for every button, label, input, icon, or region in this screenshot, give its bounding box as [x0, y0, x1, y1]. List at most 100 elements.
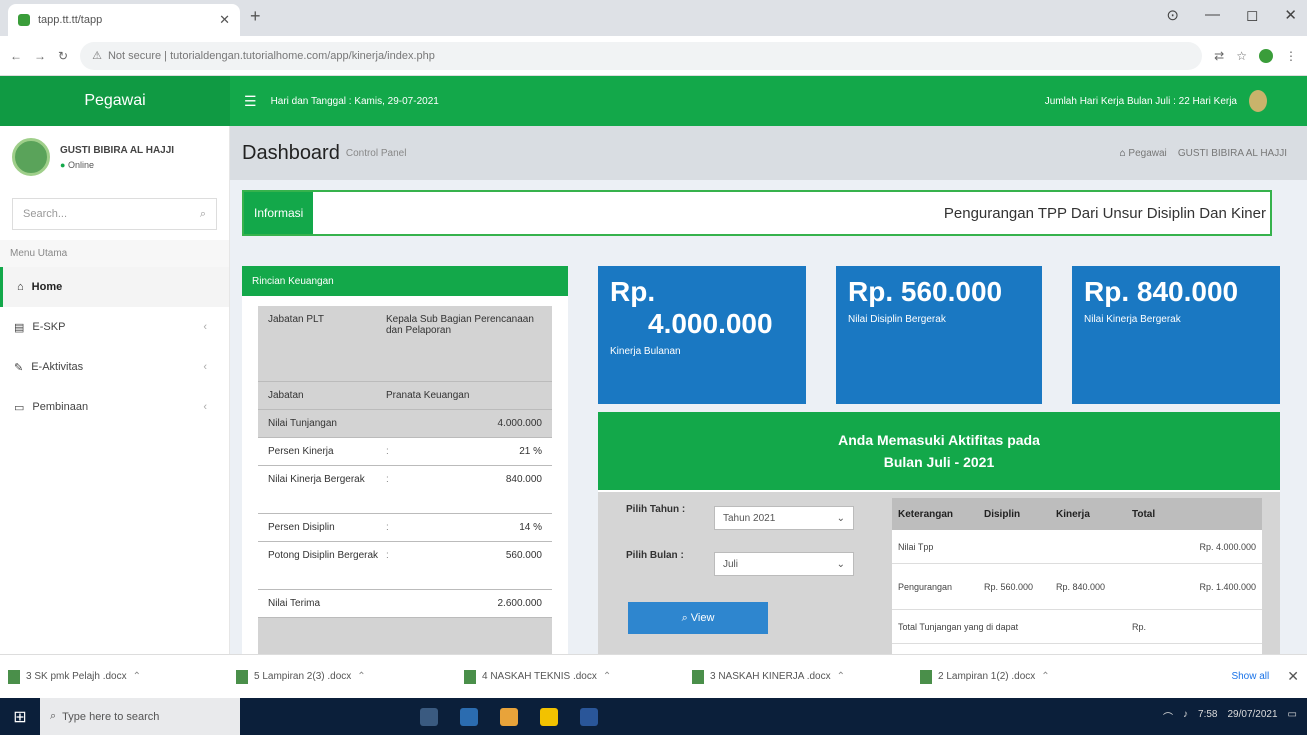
table-cell: Pengurangan	[898, 581, 953, 592]
tahun-select[interactable]: Tahun 2021 ⌄	[714, 506, 854, 530]
close-window-icon[interactable]: ✕	[1284, 6, 1297, 24]
sidebar-item-eaktivitas[interactable]: ✎ E-Aktivitas ‹	[0, 347, 229, 387]
chevron-left-icon: ‹	[203, 321, 207, 333]
caret-icon[interactable]: ⌃	[837, 671, 845, 682]
url-input[interactable]: ⚠ Not secure | tutorialdengan.tutorialho…	[80, 41, 1203, 70]
sidebar: GUSTI BIBIRA AL HAJJI ● Online Search...…	[0, 126, 230, 654]
row-colon: :	[386, 446, 389, 457]
user-avatar-icon[interactable]	[1249, 90, 1267, 112]
folder-icon: ▭	[14, 401, 25, 414]
brand[interactable]: Pegawai	[0, 76, 230, 126]
info-tag: Informasi	[244, 192, 316, 234]
download-item[interactable]: 2 Lampiran 1(2) .docx ⌃	[920, 669, 1140, 684]
stat-label: Nilai Disiplin Bergerak	[848, 314, 946, 326]
stat-value: Rp. 840.000	[1084, 276, 1239, 307]
column-header: Keterangan	[898, 508, 954, 520]
reload-icon[interactable]: ↻	[58, 49, 68, 63]
favicon-icon	[18, 14, 30, 26]
download-item[interactable]: 3 SK pmk Pelajh .docx ⌃	[8, 669, 228, 684]
sidebar-item-home[interactable]: ⌂ Home	[0, 267, 229, 307]
filter-tahun-label: Pilih Tahun :	[626, 504, 686, 515]
download-item[interactable]: 5 Lampiran 2(3) .docx ⌃	[236, 669, 456, 684]
view-button[interactable]: ⌕ View	[628, 602, 768, 634]
show-all-downloads-link[interactable]: Show all	[1231, 671, 1269, 682]
minimize-icon[interactable]: —	[1205, 6, 1220, 24]
browser-tab[interactable]: tapp.tt.tt/tapp ✕	[8, 4, 240, 36]
sidebar-search-input[interactable]: Search... ⌕	[12, 198, 217, 230]
chevron-down-icon: ⌄	[836, 512, 845, 524]
stat-label: Kinerja Bulanan	[610, 346, 681, 358]
download-item[interactable]: 4 NASKAH TEKNIS .docx ⌃	[464, 669, 684, 684]
volume-icon[interactable]: ♪	[1183, 709, 1188, 724]
windows-start-icon[interactable]: ⊞	[0, 707, 40, 727]
file-explorer-icon[interactable]	[460, 707, 478, 726]
download-item-label: 4 NASKAH TEKNIS .docx	[482, 671, 597, 682]
sidebar-item-pembinaan[interactable]: ▭ Pembinaan ‹	[0, 387, 229, 427]
task-view-icon[interactable]	[420, 707, 438, 726]
taskbar-search-input[interactable]: ⌕ Type here to search	[40, 698, 240, 735]
word-icon[interactable]	[580, 707, 598, 726]
row-value: 4.000.000	[497, 418, 543, 429]
close-tab-icon[interactable]: ✕	[219, 12, 230, 28]
workdays-text: Jumlah Hari Kerja Bulan Juli : 22 Hari K…	[1044, 95, 1237, 107]
breadcrumb-home-icon[interactable]: ⌂	[1120, 148, 1126, 159]
row-key: Persen Kinerja	[268, 446, 334, 457]
menu-dots-icon[interactable]: ⋮	[1285, 49, 1297, 63]
search-icon: ⌕	[681, 611, 691, 624]
extension-icon[interactable]	[1259, 48, 1273, 63]
row-value: 560.000	[505, 550, 542, 561]
download-item[interactable]: 3 NASKAH KINERJA .docx ⌃	[692, 669, 912, 684]
aktivitas-line2: Bulan Juli - 2021	[883, 454, 995, 470]
stat-prefix: Rp.	[610, 276, 656, 307]
caret-icon[interactable]: ⌃	[1041, 671, 1049, 682]
row-value: 2.600.000	[497, 598, 543, 609]
row-value: 14 %	[519, 522, 542, 533]
caret-icon[interactable]: ⌃	[133, 671, 141, 682]
table-row: Nilai Tunjangan 4.000.000	[258, 410, 552, 438]
column-header: Total	[1132, 508, 1156, 520]
sticky-notes-icon[interactable]	[540, 707, 558, 726]
keuangan-box: Rincian Keuangan Jabatan PLT Kepala Sub …	[242, 266, 568, 654]
stat-value: 4.000.000	[648, 308, 773, 340]
close-downloads-icon[interactable]: ✕	[1287, 668, 1299, 685]
page-subtitle: Control Panel	[345, 147, 407, 159]
search-icon[interactable]: ⌕	[200, 208, 206, 221]
table-row: Nilai Tpp Rp. 4.000.000	[892, 530, 1262, 564]
bulan-select[interactable]: Juli ⌄	[714, 552, 854, 576]
sidebar-search-placeholder: Search...	[23, 208, 68, 220]
clock-date[interactable]: 29/07/2021	[1227, 709, 1277, 724]
notifications-icon[interactable]: ▭	[1288, 709, 1297, 724]
aktivitas-box: Anda Memasuki Aktifitas pada Bulan Juli …	[598, 412, 1280, 654]
forward-icon[interactable]: →	[34, 49, 46, 63]
row-colon: :	[386, 550, 389, 561]
app: Pegawai ☰ Hari dan Tanggal : Kamis, 29-0…	[0, 76, 1307, 654]
sidebar-toggle-icon[interactable]: ☰	[244, 93, 257, 110]
caret-icon[interactable]: ⌃	[603, 671, 611, 682]
breadcrumb-home[interactable]: Pegawai	[1128, 148, 1166, 159]
chrome-icon[interactable]	[500, 707, 518, 726]
aktivitas-line1: Anda Memasuki Aktifitas pada	[838, 432, 1040, 448]
star-icon[interactable]: ☆	[1236, 49, 1247, 63]
aktivitas-header: Anda Memasuki Aktifitas pada Bulan Juli …	[598, 412, 1280, 490]
table-row: Persen Disiplin : 14 %	[258, 514, 552, 542]
caret-icon[interactable]: ⌃	[357, 671, 365, 682]
window-controls: ⊙ — ◻ ✕	[1166, 6, 1297, 24]
row-key: Potong Disiplin Bergerak	[268, 550, 379, 561]
filter-bulan-label: Pilih Bulan :	[626, 550, 684, 561]
translate-icon[interactable]: ⇄	[1214, 49, 1224, 63]
row-key: Nilai Kinerja Bergerak	[268, 474, 365, 485]
user-status: ● Online	[60, 160, 174, 170]
warning-icon: ⚠	[92, 50, 102, 62]
maximize-icon[interactable]: ◻	[1246, 6, 1258, 24]
download-item-label: 5 Lampiran 2(3) .docx	[254, 671, 352, 682]
main-content: Dashboard Control Panel ⌂ Pegawai GUSTI …	[230, 126, 1307, 654]
network-icon[interactable]: ⌒	[1163, 709, 1173, 724]
profile-icon[interactable]: ⊙	[1166, 6, 1179, 24]
back-icon[interactable]: ←	[10, 49, 22, 63]
chevron-down-icon: ⌄	[836, 558, 845, 570]
new-tab-icon[interactable]: +	[250, 6, 261, 27]
sidebar-item-eskp[interactable]: ▤ E-SKP ‹	[0, 307, 229, 347]
content-header: Dashboard Control Panel ⌂ Pegawai GUSTI …	[230, 126, 1307, 180]
download-item-label: 3 SK pmk Pelajh .docx	[26, 671, 127, 682]
clock-time[interactable]: 7:58	[1198, 709, 1217, 724]
